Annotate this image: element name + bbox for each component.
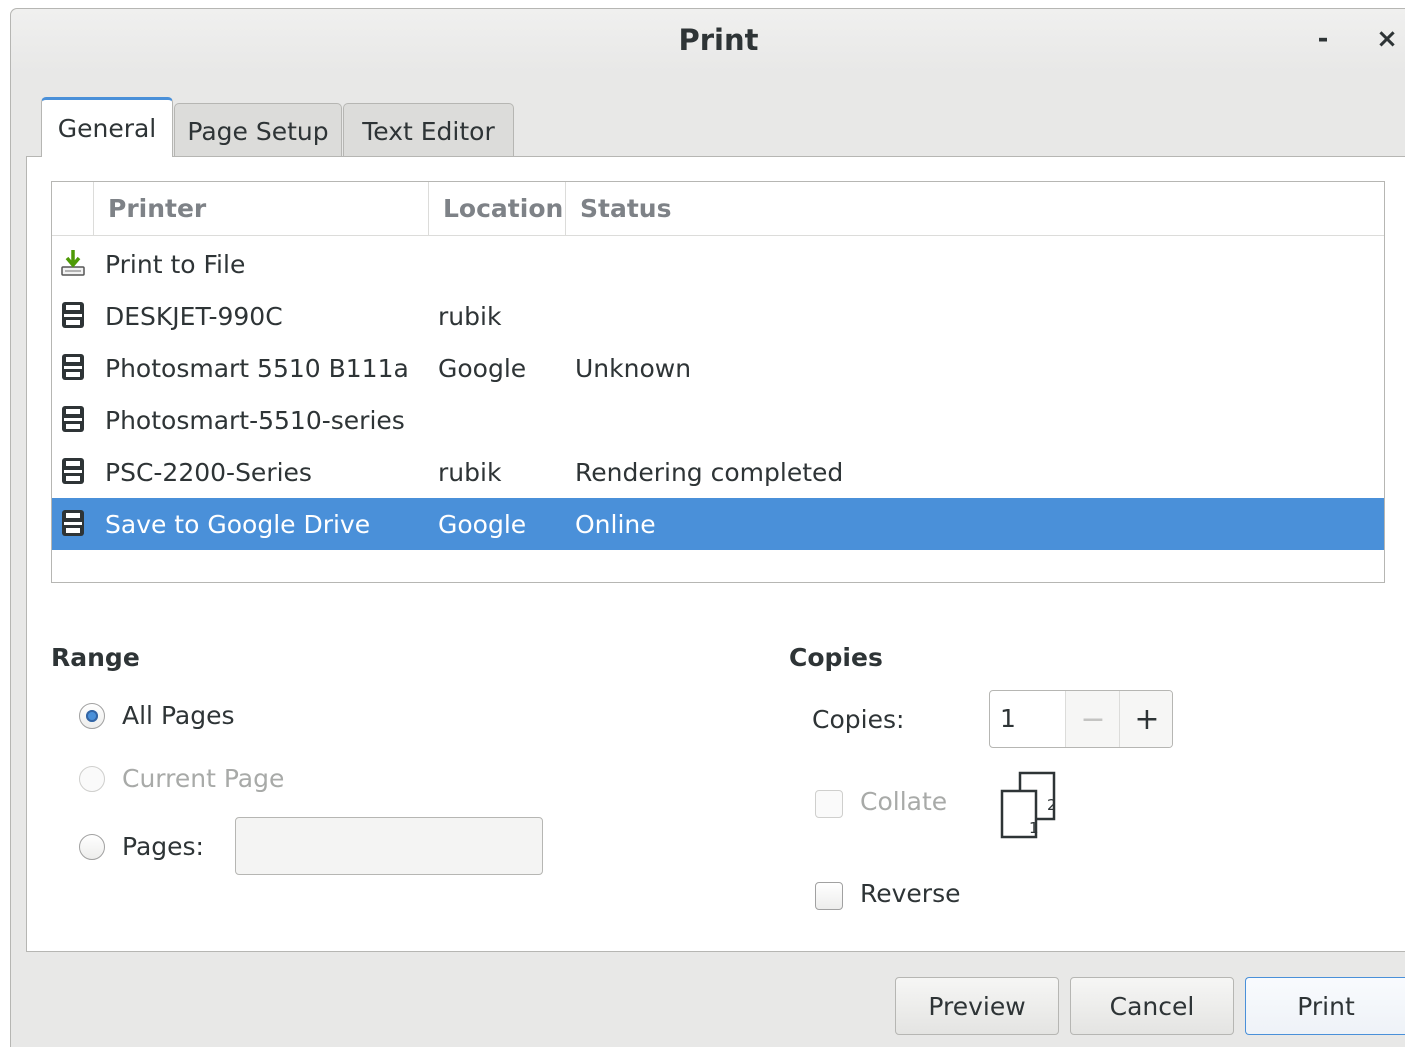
preview-button[interactable]: Preview xyxy=(895,977,1059,1035)
increment-button[interactable]: + xyxy=(1119,691,1172,747)
column-header-status[interactable]: Status xyxy=(565,182,1385,235)
pages-range-input[interactable] xyxy=(235,817,543,875)
general-tab-panel: Printer Location Status Print to File DE… xyxy=(26,156,1405,952)
all-pages-radio[interactable] xyxy=(79,703,105,729)
printer-row[interactable]: PSC-2200-Series rubik Rendering complete… xyxy=(52,446,1384,498)
printer-location: rubik xyxy=(438,457,502,487)
decrement-button[interactable]: − xyxy=(1065,691,1120,747)
collate-label: Collate xyxy=(860,787,948,816)
printer-icon xyxy=(62,510,84,536)
title-bar[interactable]: Print - × xyxy=(11,9,1405,73)
current-page-radio xyxy=(79,766,105,792)
tab-text-editor[interactable]: Text Editor xyxy=(343,103,514,159)
printer-icon xyxy=(62,406,84,432)
printer-status: Rendering completed xyxy=(575,457,844,487)
printer-row[interactable]: Print to File xyxy=(52,238,1384,290)
pages-label[interactable]: Pages: xyxy=(122,832,204,861)
printer-name: Print to File xyxy=(105,249,246,279)
printer-icon xyxy=(62,354,84,380)
printer-row-selected[interactable]: Save to Google Drive Google Online xyxy=(52,498,1384,550)
printer-list[interactable]: Printer Location Status Print to File DE… xyxy=(51,181,1385,583)
range-section-title: Range xyxy=(51,643,140,672)
printer-status: Online xyxy=(575,509,656,539)
printer-row[interactable]: Photosmart-5510-series xyxy=(52,394,1384,446)
printer-row[interactable]: Photosmart 5510 B111a Google Unknown xyxy=(52,342,1384,394)
collate-pages-icon: 2 1 xyxy=(1000,771,1057,839)
print-dialog: Print - × General Page Setup Text Editor… xyxy=(10,8,1405,1047)
collate-icon-page-1: 1 xyxy=(1029,819,1039,837)
printer-location: rubik xyxy=(438,301,502,331)
printer-name: Photosmart-5510-series xyxy=(105,405,405,435)
copies-spinbutton[interactable]: 1 − + xyxy=(989,690,1173,748)
printer-name: PSC-2200-Series xyxy=(105,457,312,487)
tab-page-setup[interactable]: Page Setup xyxy=(174,103,342,159)
reverse-label[interactable]: Reverse xyxy=(860,879,961,908)
copies-label: Copies: xyxy=(812,705,905,734)
printer-row[interactable]: DESKJET-990C rubik xyxy=(52,290,1384,342)
printer-icon xyxy=(62,302,84,328)
cancel-button[interactable]: Cancel xyxy=(1070,977,1234,1035)
collate-checkbox xyxy=(815,790,843,818)
minimize-button[interactable]: - xyxy=(1303,19,1343,59)
all-pages-label[interactable]: All Pages xyxy=(122,701,235,730)
printer-icon xyxy=(62,458,84,484)
column-header-location[interactable]: Location xyxy=(428,182,565,235)
collate-icon-page-2: 2 xyxy=(1047,796,1057,814)
printer-status: Unknown xyxy=(575,353,692,383)
tab-general[interactable]: General xyxy=(41,97,173,157)
printer-location: Google xyxy=(438,509,527,539)
window-title: Print xyxy=(678,23,759,57)
printer-location: Google xyxy=(438,353,527,383)
reverse-checkbox[interactable] xyxy=(815,882,843,910)
current-page-label: Current Page xyxy=(122,764,285,793)
copies-value[interactable]: 1 xyxy=(1000,704,1016,733)
close-button[interactable]: × xyxy=(1367,19,1405,59)
column-header-printer[interactable]: Printer xyxy=(93,182,428,235)
printer-name: DESKJET-990C xyxy=(105,301,283,331)
printer-list-header: Printer Location Status xyxy=(52,182,1384,236)
print-button[interactable]: Print xyxy=(1245,977,1405,1035)
copies-section-title: Copies xyxy=(789,643,883,672)
pages-radio[interactable] xyxy=(79,834,105,860)
printer-name: Save to Google Drive xyxy=(105,509,371,539)
print-to-file-icon xyxy=(61,250,85,276)
printer-name: Photosmart 5510 B111a xyxy=(105,353,409,383)
